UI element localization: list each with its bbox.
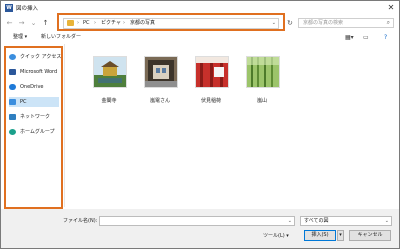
breadcrumb-pc[interactable]: PC xyxy=(83,20,90,27)
sidebar-item-label: クイック アクセス xyxy=(20,54,62,60)
forward-button[interactable]: → xyxy=(17,18,26,28)
chevron-down-icon[interactable]: ⌄ xyxy=(272,20,276,27)
filetype-select[interactable]: すべての図 ⌄ xyxy=(300,216,392,226)
chevron-down-icon: ⌄ xyxy=(384,218,389,224)
address-bar[interactable]: › PC › ピクチャ › 京都の写真 ⌄ xyxy=(63,18,279,29)
file-thumbnail[interactable] xyxy=(93,56,127,88)
insert-options-button[interactable]: ▾ xyxy=(337,230,344,241)
file-name[interactable]: 嵐山 xyxy=(240,98,284,105)
close-button[interactable]: ✕ xyxy=(386,3,396,13)
file-name[interactable]: 伏見稲荷 xyxy=(189,98,233,105)
randen-image xyxy=(145,57,177,87)
file-name[interactable]: 金閣寺 xyxy=(87,98,131,105)
new-folder-button[interactable]: 新しいフォルダー xyxy=(41,34,81,41)
breadcrumb-kyoto-photos[interactable]: 京都の写真 xyxy=(130,20,155,27)
sidebar-item-label: PC xyxy=(20,99,27,105)
breadcrumb-separator: › xyxy=(77,20,79,26)
tools-menu[interactable]: ツール(L) ▾ xyxy=(263,233,289,240)
pc-icon xyxy=(9,98,16,105)
refresh-icon[interactable]: ↻ xyxy=(287,18,293,28)
cancel-button[interactable]: キャンセル xyxy=(349,230,391,241)
insert-picture-dialog: W 図の挿入 ✕ ← → ⌄ ↑ › PC › ピクチャ › 京都の写真 ⌄ ↻… xyxy=(0,0,400,249)
sidebar-item-homegroup[interactable]: ホームグループ xyxy=(9,127,59,137)
search-placeholder: 京都の写真の検索 xyxy=(303,20,344,26)
sidebar-item-label: OneDrive xyxy=(20,84,44,90)
filetype-value: すべての図 xyxy=(304,218,329,224)
search-icon: ⌕ xyxy=(386,19,390,26)
search-box[interactable]: 京都の写真の検索 ⌕ xyxy=(298,18,394,28)
sidebar-item-pc[interactable]: PC xyxy=(9,97,59,107)
organize-button[interactable]: 整理 ▾ xyxy=(13,34,27,41)
sidebar-item-network[interactable]: ネットワーク xyxy=(9,112,59,122)
star-icon xyxy=(9,53,16,60)
pane-divider[interactable] xyxy=(64,44,65,207)
kinkakuji-image xyxy=(94,57,126,87)
recent-locations-button[interactable]: ⌄ xyxy=(29,18,38,28)
back-button[interactable]: ← xyxy=(5,18,14,28)
view-options-icon[interactable]: ▦▾ xyxy=(345,33,354,42)
insert-button[interactable]: 挿入(S) xyxy=(304,230,336,241)
word-icon xyxy=(9,68,16,75)
arashiyama-image xyxy=(247,57,279,87)
homegroup-icon xyxy=(9,128,16,135)
help-icon[interactable]: ? xyxy=(384,33,387,42)
sidebar-item-microsoft-word[interactable]: Microsoft Word xyxy=(9,67,59,77)
fushimi-inari-image xyxy=(196,57,228,87)
filename-input[interactable]: ⌄ xyxy=(99,216,295,226)
sidebar-item-label: ホームグループ xyxy=(20,129,55,135)
bottom-bar: ファイル名(N): ⌄ すべての図 ⌄ ツール(L) ▾ 挿入(S) ▾ キャン… xyxy=(1,209,399,248)
filename-label: ファイル名(N): xyxy=(63,218,98,224)
sidebar-item-label: ネットワーク xyxy=(20,114,51,120)
sidebar-item-quick-access[interactable]: クイック アクセス xyxy=(9,52,62,62)
breadcrumb-separator: › xyxy=(94,20,96,26)
network-icon xyxy=(9,113,16,120)
file-thumbnail[interactable] xyxy=(246,56,280,88)
breadcrumb-separator: › xyxy=(123,20,125,26)
folder-icon xyxy=(67,20,74,26)
cloud-icon xyxy=(9,83,16,90)
file-name[interactable]: 嵐電さん xyxy=(138,98,182,105)
word-app-icon: W xyxy=(5,4,13,12)
chevron-down-icon[interactable]: ⌄ xyxy=(288,217,292,225)
navigation-pane: クイック アクセス Microsoft Word OneDrive PC ネット… xyxy=(4,46,63,209)
address-bar-highlight: › PC › ピクチャ › 京都の写真 ⌄ xyxy=(57,13,285,31)
preview-pane-icon[interactable]: ▭ xyxy=(363,33,369,42)
breadcrumb-pictures[interactable]: ピクチャ xyxy=(101,20,121,27)
sidebar-item-onedrive[interactable]: OneDrive xyxy=(9,82,59,92)
window-title: 図の挿入 xyxy=(16,6,39,12)
up-button[interactable]: ↑ xyxy=(41,18,50,28)
toolbar: 整理 ▾ 新しいフォルダー ▦▾ ▭ ? xyxy=(1,32,399,44)
file-thumbnail[interactable] xyxy=(144,56,178,88)
sidebar-item-label: Microsoft Word xyxy=(20,69,58,75)
file-thumbnail[interactable] xyxy=(195,56,229,88)
